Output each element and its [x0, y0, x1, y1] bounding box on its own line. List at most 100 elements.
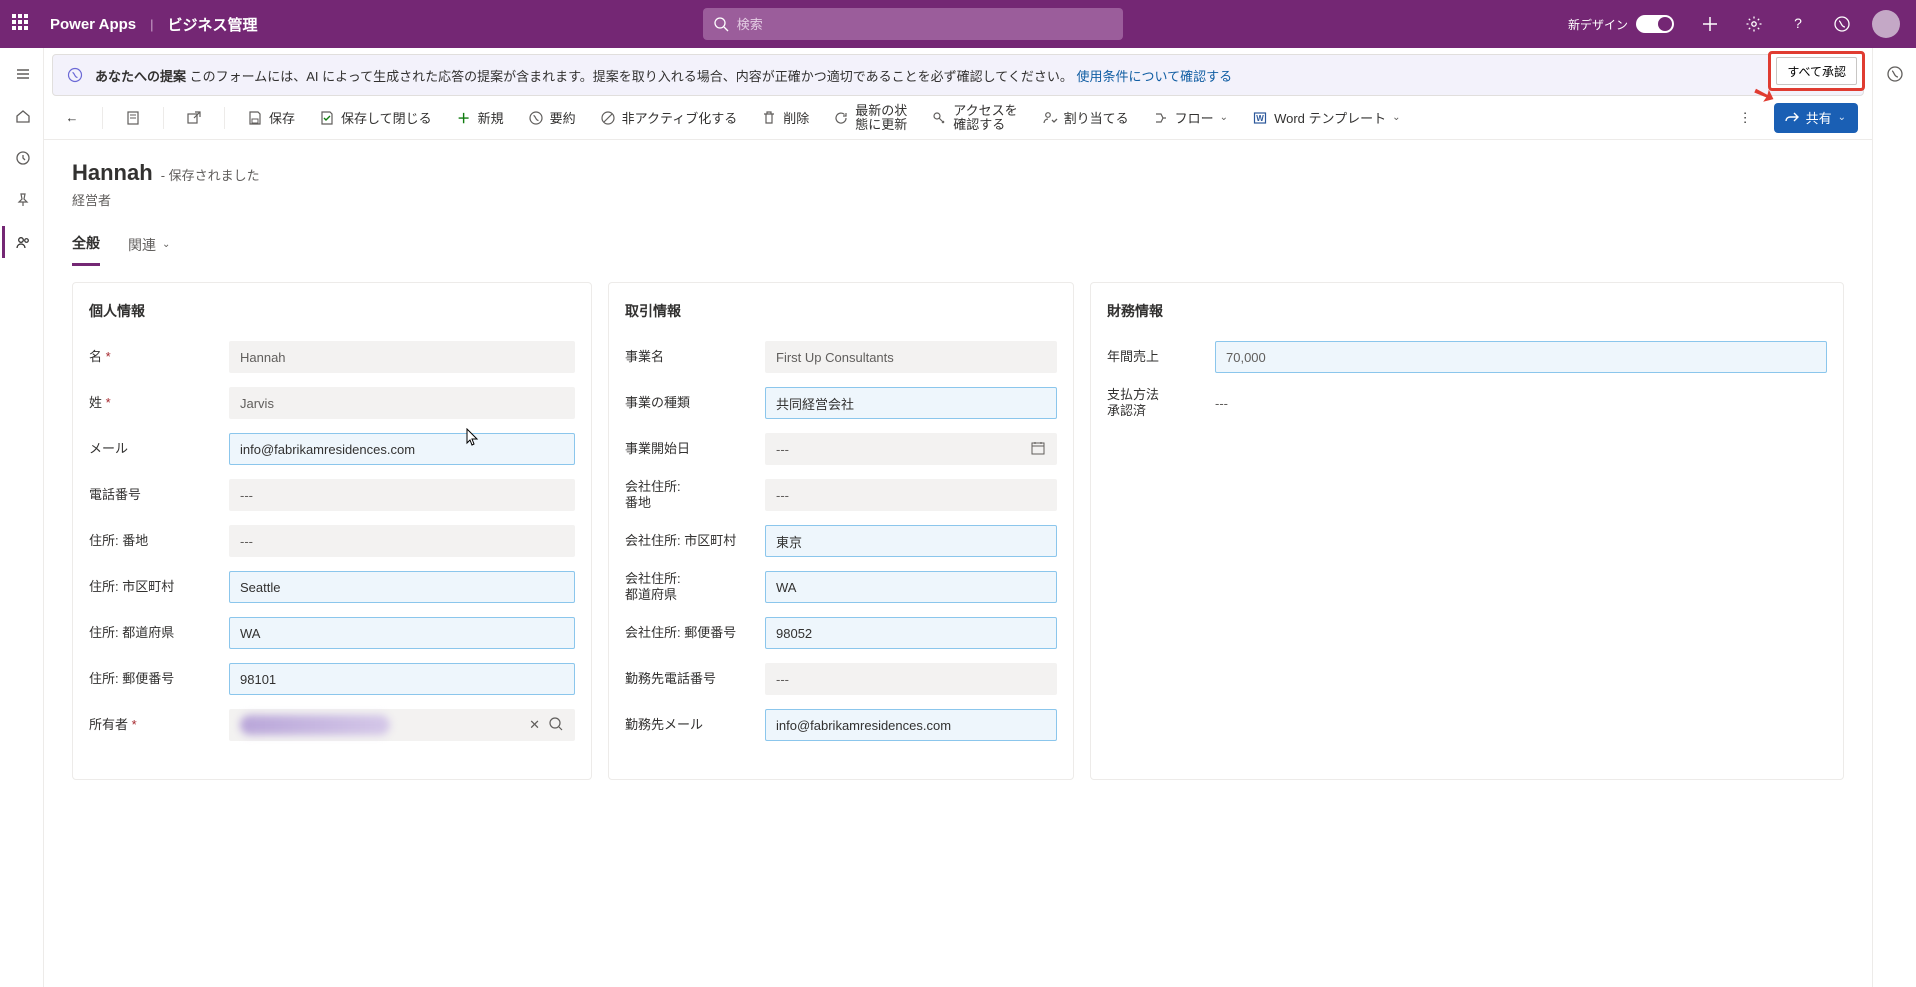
brand-separator: |	[150, 17, 153, 32]
nav-recent[interactable]	[2, 142, 42, 174]
record-header: Hannah - 保存されました 経営者 全般 関連⌄	[44, 140, 1872, 266]
settings-button[interactable]	[1734, 4, 1774, 44]
global-search[interactable]	[703, 8, 1123, 40]
input-payment-approved[interactable]: ---	[1215, 387, 1827, 419]
open-new-window-button[interactable]	[180, 106, 208, 130]
section-personal: 個人情報 名Hannah 姓Jarvis メールinfo@fabrikamres…	[72, 282, 592, 780]
right-rail	[1872, 48, 1916, 987]
nav-pinned[interactable]	[2, 184, 42, 216]
input-biz-type[interactable]: 共同経営会社	[765, 387, 1057, 419]
command-overflow-button[interactable]: ⋮	[1731, 106, 1762, 130]
account-avatar[interactable]	[1866, 4, 1906, 44]
input-last-name[interactable]: Jarvis	[229, 387, 575, 419]
refresh-icon	[833, 110, 849, 126]
section-personal-title: 個人情報	[89, 301, 575, 321]
new-design-label: 新デザイン	[1568, 16, 1628, 33]
flow-button[interactable]: フロー ⌄	[1147, 104, 1234, 131]
input-city[interactable]: Seattle	[229, 571, 575, 603]
label-co-zip: 会社住所: 郵便番号	[625, 625, 753, 641]
input-co-zip[interactable]: 98052	[765, 617, 1057, 649]
copilot-header-button[interactable]	[1822, 4, 1862, 44]
word-template-button[interactable]: W Word テンプレート ⌄	[1246, 104, 1406, 131]
form-tabs: 全般 関連⌄	[72, 233, 1844, 266]
assign-button[interactable]: 割り当てる	[1036, 104, 1135, 131]
svg-text:?: ?	[1794, 15, 1802, 31]
new-button[interactable]: ＋ 新規	[450, 104, 510, 131]
label-city: 住所: 市区町村	[89, 579, 217, 595]
input-first-name[interactable]: Hannah	[229, 341, 575, 373]
input-annual-revenue[interactable]: 70,000	[1215, 341, 1827, 373]
nav-entity-active[interactable]	[2, 226, 42, 258]
clear-owner-button[interactable]: ✕	[521, 717, 548, 733]
suggestion-terms-link[interactable]: 使用条件について確認する	[1077, 69, 1233, 84]
copilot-sparkle-icon	[67, 67, 83, 83]
save-icon	[247, 110, 263, 126]
label-work-phone: 勤務先電話番号	[625, 671, 753, 687]
input-zip[interactable]: 98101	[229, 663, 575, 695]
refresh-button[interactable]: 最新の状態に更新	[827, 100, 913, 136]
left-nav-rail	[0, 48, 44, 987]
form-icon	[125, 110, 141, 126]
input-biz-name[interactable]: First Up Consultants	[765, 341, 1057, 373]
label-phone: 電話番号	[89, 487, 217, 503]
search-icon	[713, 16, 729, 32]
suggestion-body: このフォームには、AI によって生成された応答の提案が含まれます。提案を取り入れ…	[190, 69, 1073, 84]
save-and-close-button[interactable]: 保存して閉じる	[313, 104, 438, 131]
input-co-street[interactable]: ---	[765, 479, 1057, 511]
help-icon: ?	[1789, 15, 1807, 33]
app-launcher-icon[interactable]	[12, 14, 32, 34]
nav-collapse-button[interactable]	[2, 58, 42, 90]
back-arrow-icon: ←	[64, 110, 80, 126]
accept-all-button[interactable]: すべて承認	[1776, 57, 1857, 85]
form-selector-button[interactable]	[119, 106, 147, 130]
label-co-city: 会社住所: 市区町村	[625, 533, 753, 549]
input-state[interactable]: WA	[229, 617, 575, 649]
deactivate-icon	[600, 110, 616, 126]
environment-name[interactable]: ビジネス管理	[168, 14, 258, 35]
label-zip: 住所: 郵便番号	[89, 671, 217, 687]
label-owner: 所有者	[89, 717, 217, 733]
share-button[interactable]: 共有 ⌄	[1774, 103, 1858, 133]
share-icon	[1784, 110, 1800, 126]
tab-related[interactable]: 関連⌄	[128, 233, 170, 266]
input-owner[interactable]: ✕	[229, 709, 575, 741]
summarize-icon	[528, 110, 544, 126]
label-biz-type: 事業の種類	[625, 395, 753, 411]
label-biz-start: 事業開始日	[625, 441, 753, 457]
input-work-email[interactable]: info@fabrikamresidences.com	[765, 709, 1057, 741]
deactivate-button[interactable]: 非アクティブ化する	[594, 104, 744, 131]
input-phone[interactable]: ---	[229, 479, 575, 511]
gear-icon	[1745, 15, 1763, 33]
new-design-toggle[interactable]	[1636, 15, 1674, 33]
back-button[interactable]: ←	[58, 106, 86, 130]
input-co-state[interactable]: WA	[765, 571, 1057, 603]
suite-brand: Power Apps	[50, 16, 136, 33]
popout-icon	[186, 110, 202, 126]
check-access-button[interactable]: アクセスを確認する	[925, 100, 1023, 136]
chevron-down-icon: ⌄	[1838, 112, 1846, 123]
help-button[interactable]: ?	[1778, 4, 1818, 44]
copilot-pane-button[interactable]	[1875, 58, 1915, 90]
nav-home[interactable]	[2, 100, 42, 132]
input-email[interactable]: info@fabrikamresidences.com	[229, 433, 575, 465]
label-street: 住所: 番地	[89, 533, 217, 549]
delete-button[interactable]: 削除	[755, 104, 815, 131]
summarize-button[interactable]: 要約	[522, 104, 582, 131]
tab-general[interactable]: 全般	[72, 233, 100, 266]
command-bar: ← 保存 保存して閉じる ＋ 新規	[44, 96, 1872, 140]
lookup-search-icon[interactable]	[548, 716, 564, 735]
people-icon	[15, 234, 31, 250]
input-co-city[interactable]: 東京	[765, 525, 1057, 557]
input-street[interactable]: ---	[229, 525, 575, 557]
save-button[interactable]: 保存	[241, 104, 301, 131]
label-last-name: 姓	[89, 395, 217, 411]
global-search-input[interactable]	[737, 17, 1113, 32]
label-co-state: 会社住所:都道府県	[625, 571, 753, 603]
input-work-phone[interactable]: ---	[765, 663, 1057, 695]
header-add-button[interactable]	[1690, 4, 1730, 44]
copilot-icon	[1833, 15, 1851, 33]
calendar-icon[interactable]	[1030, 440, 1046, 459]
input-biz-start[interactable]: ---	[765, 433, 1057, 465]
record-saved-status: - 保存されました	[161, 165, 260, 184]
ai-suggestion-bar: あなたへの提案 このフォームには、AI によって生成された応答の提案が含まれます…	[52, 54, 1864, 96]
